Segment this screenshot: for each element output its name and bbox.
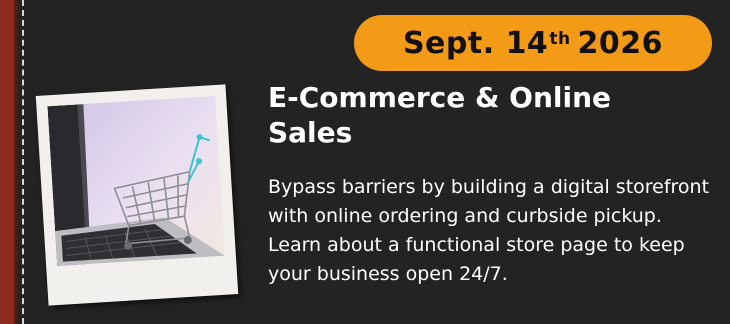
date-ordinal: th — [549, 29, 571, 49]
date-day: Sept. 14 — [402, 25, 549, 61]
event-card: Sept. 14th 2026 E-Commerce & Online Sale… — [0, 0, 730, 324]
card-description: Bypass barriers by building a digital st… — [268, 176, 710, 285]
card-title: E-Commerce & Online Sales — [268, 81, 612, 149]
dashed-divider — [22, 0, 24, 324]
date-year: 2026 — [577, 25, 664, 61]
left-edge-shadow — [14, 0, 20, 324]
date-badge: Sept. 14th 2026 — [354, 15, 712, 71]
polaroid-photo-frame — [35, 84, 239, 306]
shopping-cart-on-laptop-icon — [47, 96, 225, 267]
